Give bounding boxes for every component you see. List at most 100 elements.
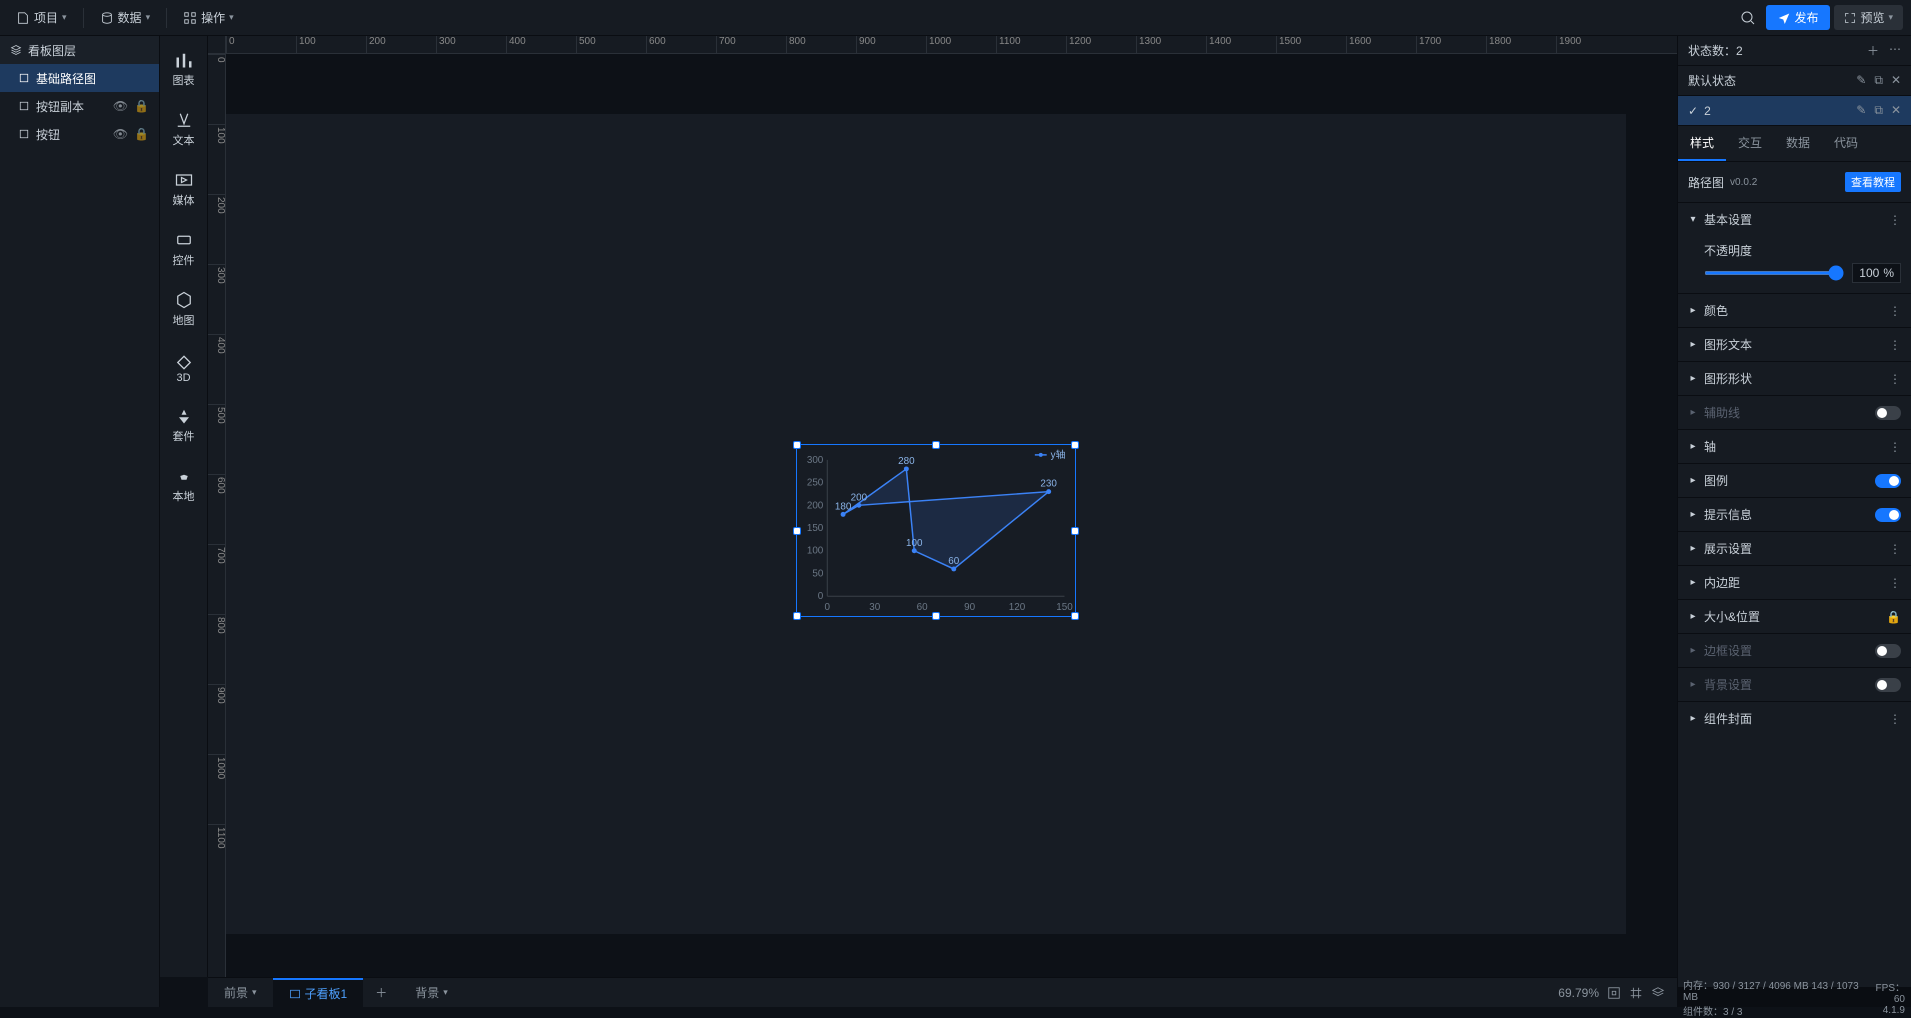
fit-icon[interactable] xyxy=(1607,986,1621,1000)
opacity-slider[interactable] xyxy=(1704,271,1844,275)
close-icon[interactable]: ✕ xyxy=(1891,73,1901,88)
more-icon[interactable]: ⋮ xyxy=(1889,372,1901,386)
more-icon[interactable]: ⋮ xyxy=(1889,440,1901,454)
section-legend-header[interactable]: ▸ 图例 xyxy=(1678,464,1911,497)
state-count-value: 2 xyxy=(1736,44,1743,58)
section-cover-header[interactable]: ▸ 组件封面 ⋮ xyxy=(1678,702,1911,735)
section-display-header[interactable]: ▸ 展示设置 ⋮ xyxy=(1678,532,1911,565)
section-toggle[interactable] xyxy=(1875,406,1901,420)
section-axis-header[interactable]: ▸ 轴 ⋮ xyxy=(1678,430,1911,463)
resize-handle-w[interactable] xyxy=(793,527,801,535)
eye-icon[interactable]: 👁 xyxy=(113,127,128,141)
more-icon[interactable]: ⋮ xyxy=(1889,213,1901,227)
section-gshape-header[interactable]: ▸ 图形形状 ⋮ xyxy=(1678,362,1911,395)
resize-handle-n[interactable] xyxy=(932,441,940,449)
comp-图表[interactable]: 图表 xyxy=(173,46,195,92)
selected-chart-widget[interactable]: 0501001502002503000306090120150180280100… xyxy=(796,444,1076,617)
edit-icon[interactable]: ✎ xyxy=(1856,73,1866,88)
grid-snap-icon[interactable] xyxy=(1629,986,1643,1000)
section-label: 展示设置 xyxy=(1704,540,1752,557)
tutorial-button[interactable]: 查看教程 xyxy=(1845,172,1901,192)
tab-subboard[interactable]: 子看板1 xyxy=(273,978,364,1007)
close-icon[interactable]: ✕ xyxy=(1891,103,1901,118)
comp-3D[interactable]: 3D xyxy=(174,346,194,388)
comp-本地[interactable]: 本地 xyxy=(173,462,195,508)
copy-icon[interactable]: ⧉ xyxy=(1874,73,1883,88)
lock-icon[interactable]: 🔒 xyxy=(1886,610,1901,624)
section-bg: ▸ 背景设置 xyxy=(1678,667,1911,701)
resize-handle-se[interactable] xyxy=(1071,612,1079,620)
prop-tab-交互[interactable]: 交互 xyxy=(1726,126,1774,161)
state-item-1[interactable]: ✓2 ✎ ⧉ ✕ xyxy=(1678,96,1911,126)
more-icon[interactable]: ⋮ xyxy=(1889,542,1901,556)
state-more-icon[interactable]: ⋯ xyxy=(1889,42,1901,59)
property-tabs: 样式交互数据代码 xyxy=(1678,126,1911,162)
svg-text:120: 120 xyxy=(1009,602,1026,613)
canvas-viewport[interactable]: 0501001502002503000306090120150180280100… xyxy=(226,54,1677,977)
section-toggle[interactable] xyxy=(1875,644,1901,658)
resize-handle-ne[interactable] xyxy=(1071,441,1079,449)
copy-icon[interactable]: ⧉ xyxy=(1874,103,1883,118)
lock-icon[interactable]: 🔒 xyxy=(134,127,149,141)
edit-icon[interactable]: ✎ xyxy=(1856,103,1866,118)
section-label: 边框设置 xyxy=(1704,642,1752,659)
comp-媒体[interactable]: 媒体 xyxy=(173,166,195,212)
layers-icon[interactable] xyxy=(1651,986,1665,1000)
menu-data[interactable]: 数据 ▾ xyxy=(92,5,159,30)
prop-tab-数据[interactable]: 数据 xyxy=(1774,126,1822,161)
section-padding-header[interactable]: ▸ 内边距 ⋮ xyxy=(1678,566,1911,599)
preview-button[interactable]: 预览 ▾ xyxy=(1834,5,1903,30)
comp-文本[interactable]: 文本 xyxy=(173,106,195,152)
chevron-down-icon: ▾ xyxy=(443,987,448,998)
resize-handle-nw[interactable] xyxy=(793,441,801,449)
section-toggle[interactable] xyxy=(1875,508,1901,522)
add-tab-button[interactable]: ＋ xyxy=(363,984,399,1001)
component-strip: 图表文本媒体控件地图 3D 套件本地 xyxy=(160,36,208,977)
section-basic-header[interactable]: ▾ 基本设置 ⋮ xyxy=(1678,203,1911,236)
search-button[interactable] xyxy=(1734,4,1762,32)
caret-right-icon: ▸ xyxy=(1688,509,1698,520)
prop-tab-代码[interactable]: 代码 xyxy=(1822,126,1870,161)
ruler-tick: 400 xyxy=(506,36,526,54)
preview-label: 预览 xyxy=(1860,9,1884,26)
section-toggle[interactable] xyxy=(1875,474,1901,488)
add-state-button[interactable]: ＋ xyxy=(1867,42,1879,59)
tab-background[interactable]: 背景 ▾ xyxy=(399,978,464,1007)
section-border-header[interactable]: ▸ 边框设置 xyxy=(1678,634,1911,667)
eye-icon[interactable]: 👁 xyxy=(113,99,128,113)
section-sizepos-header[interactable]: ▸ 大小&位置 🔒 xyxy=(1678,600,1911,633)
section-tooltip-header[interactable]: ▸ 提示信息 xyxy=(1678,498,1911,531)
layer-item-0[interactable]: 基础路径图 xyxy=(0,64,159,92)
state-item-0[interactable]: 默认状态 ✎ ⧉ ✕ xyxy=(1678,66,1911,96)
section-bg-header[interactable]: ▸ 背景设置 xyxy=(1678,668,1911,701)
section-guide-header[interactable]: ▸ 辅助线 xyxy=(1678,396,1911,429)
layer-label: 按钮副本 xyxy=(36,98,84,115)
publish-button[interactable]: 发布 xyxy=(1766,5,1830,30)
comp-地图[interactable]: 地图 xyxy=(173,286,195,332)
resize-handle-s[interactable] xyxy=(932,612,940,620)
resize-handle-e[interactable] xyxy=(1071,527,1079,535)
tab-foreground[interactable]: 前景 ▾ xyxy=(208,978,273,1007)
ruler-tick: 1000 xyxy=(926,36,951,54)
menu-project[interactable]: 项目 ▾ xyxy=(8,5,75,30)
ruler-tick: 400 xyxy=(208,334,226,354)
status-version: 4.1.9 xyxy=(1867,1005,1905,1016)
section-toggle[interactable] xyxy=(1875,678,1901,692)
lock-icon[interactable]: 🔒 xyxy=(134,99,149,113)
layer-item-1[interactable]: 按钮副本 👁 🔒 xyxy=(0,92,159,120)
more-icon[interactable]: ⋮ xyxy=(1889,338,1901,352)
menu-ops[interactable]: 操作 ▾ xyxy=(175,5,242,30)
section-gtext-header[interactable]: ▸ 图形文本 ⋮ xyxy=(1678,328,1911,361)
more-icon[interactable]: ⋮ xyxy=(1889,712,1901,726)
ruler-tick: 1100 xyxy=(208,824,226,849)
layer-item-2[interactable]: 按钮 👁🔒 xyxy=(0,120,159,148)
more-icon[interactable]: ⋮ xyxy=(1889,576,1901,590)
prop-tab-样式[interactable]: 样式 xyxy=(1678,126,1726,161)
section-color-header[interactable]: ▸ 颜色 ⋮ xyxy=(1678,294,1911,327)
comp-控件[interactable]: 控件 xyxy=(173,226,195,272)
comp-套件[interactable]: 套件 xyxy=(173,402,195,448)
opacity-control: 100 % xyxy=(1704,263,1901,283)
resize-handle-sw[interactable] xyxy=(793,612,801,620)
opacity-value: 100 xyxy=(1859,266,1879,280)
more-icon[interactable]: ⋮ xyxy=(1889,304,1901,318)
